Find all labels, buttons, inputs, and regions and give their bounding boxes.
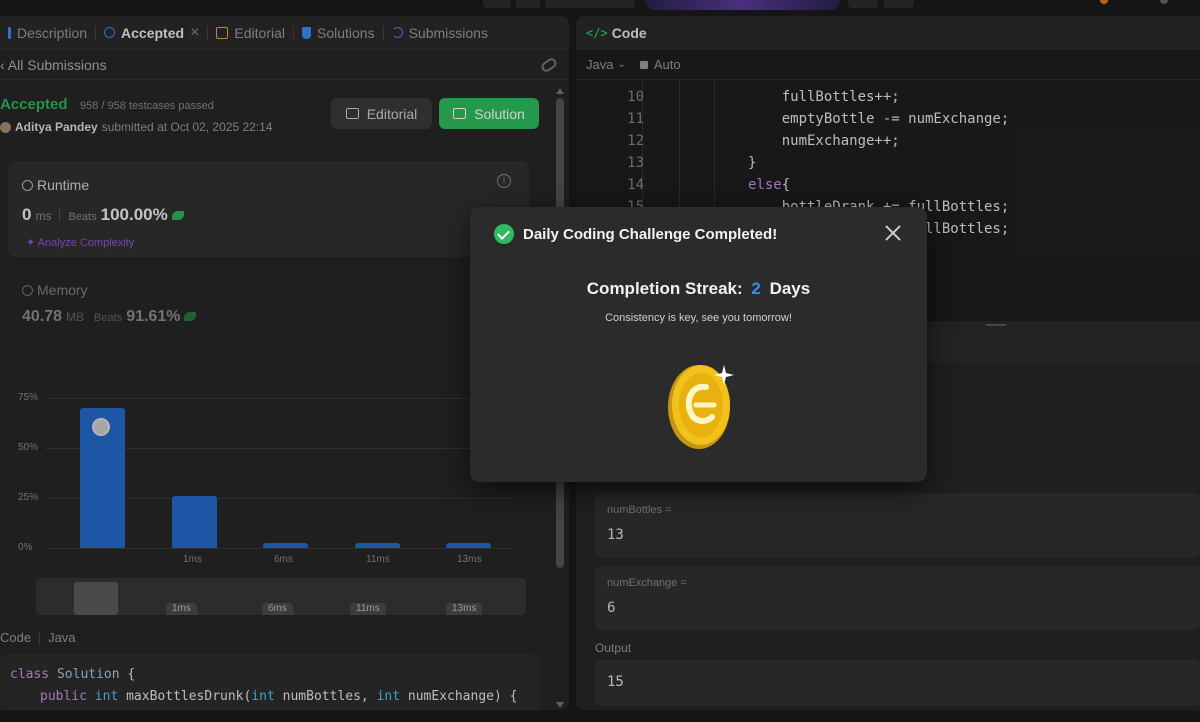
daily-challenge-modal: Daily Coding Challenge Completed! Comple… [470, 207, 927, 482]
check-circle-icon [494, 224, 514, 244]
streak-suffix: Days [769, 279, 811, 298]
modal-subtitle: Consistency is key, see you tomorrow! [605, 312, 792, 324]
streak-count: 2 [751, 279, 761, 298]
completion-streak: Completion Streak: 2 Days [470, 279, 927, 299]
close-icon[interactable] [882, 222, 904, 244]
coin-icon [668, 365, 734, 449]
streak-prefix: Completion Streak: [586, 279, 743, 298]
modal-title: Daily Coding Challenge Completed! [523, 226, 778, 243]
